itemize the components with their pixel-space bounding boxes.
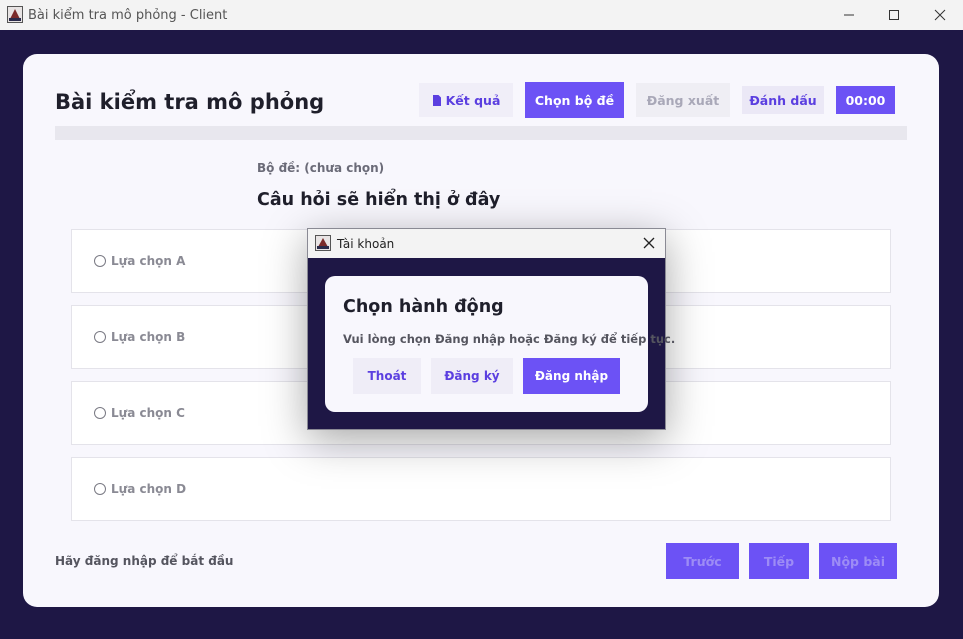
option-d-label: Lựa chọn D — [111, 482, 187, 496]
window-titlebar: Bài kiểm tra mô phỏng - Client — [0, 0, 963, 30]
timer-value: 00:00 — [845, 92, 886, 108]
choose-set-button[interactable]: Chọn bộ đề — [525, 82, 624, 118]
dialog-card: Chọn hành động Vui lòng chọn Đăng nhập h… — [325, 276, 675, 412]
account-dialog: Tài khoản Chọn hành động Vui lòng chọn Đ… — [307, 228, 675, 430]
document-icon — [432, 94, 441, 106]
maximize-icon — [889, 10, 899, 20]
option-d[interactable]: Lựa chọn D — [71, 457, 891, 521]
choose-set-label: Chọn bộ đề — [534, 92, 615, 108]
prev-label: Trước — [683, 553, 722, 569]
minimize-button[interactable] — [826, 0, 872, 30]
radio-b[interactable] — [94, 331, 106, 343]
radio-d[interactable] — [94, 483, 106, 495]
logout-button[interactable]: Đăng xuất — [636, 83, 730, 117]
exit-button[interactable]: Thoát — [353, 358, 421, 394]
dialog-title: Tài khoản — [337, 237, 395, 251]
question-text: Câu hỏi sẽ hiển thị ở đây — [257, 190, 501, 210]
app-icon — [315, 235, 331, 251]
exit-label: Thoát — [367, 369, 407, 383]
option-a-label: Lựa chọn A — [111, 254, 186, 268]
register-button[interactable]: Đăng ký — [431, 358, 513, 394]
window-title: Bài kiểm tra mô phỏng - Client — [28, 8, 228, 23]
close-window-button[interactable] — [917, 0, 963, 30]
timer-badge: 00:00 — [836, 86, 895, 114]
login-label: Đăng nhập — [534, 369, 609, 383]
prev-button[interactable]: Trước — [666, 543, 739, 579]
minimize-icon — [844, 14, 854, 16]
close-icon — [934, 9, 946, 21]
set-label: Bộ đề: (chưa chọn) — [257, 161, 385, 175]
logout-label: Đăng xuất — [646, 92, 720, 108]
app-icon — [7, 6, 23, 23]
close-icon[interactable] — [642, 236, 656, 250]
radio-c[interactable] — [94, 407, 106, 419]
dialog-message: Vui lòng chọn Đăng nhập hoặc Đăng ký để … — [343, 332, 676, 346]
next-button[interactable]: Tiếp — [749, 543, 809, 579]
submit-button[interactable]: Nộp bài — [819, 543, 897, 579]
option-c-label: Lựa chọn C — [111, 406, 185, 420]
login-button[interactable]: Đăng nhập — [523, 358, 620, 394]
submit-label: Nộp bài — [830, 553, 886, 569]
radio-a[interactable] — [94, 255, 106, 267]
register-label: Đăng ký — [444, 369, 500, 383]
option-b-label: Lựa chọn B — [111, 330, 186, 344]
result-button-label: Kết quả — [445, 92, 501, 108]
dialog-heading: Chọn hành động — [343, 297, 504, 317]
progress-bar — [55, 126, 907, 140]
mark-label: Đánh dấu — [749, 92, 817, 108]
dialog-titlebar: Tài khoản — [308, 229, 665, 258]
next-label: Tiếp — [763, 553, 795, 569]
maximize-button[interactable] — [871, 0, 917, 30]
page-title: Bài kiểm tra mô phỏng — [55, 90, 325, 114]
result-button[interactable]: Kết quả — [419, 83, 513, 117]
status-text: Hãy đăng nhập để bắt đầu — [55, 554, 234, 568]
mark-button[interactable]: Đánh dấu — [742, 86, 824, 114]
